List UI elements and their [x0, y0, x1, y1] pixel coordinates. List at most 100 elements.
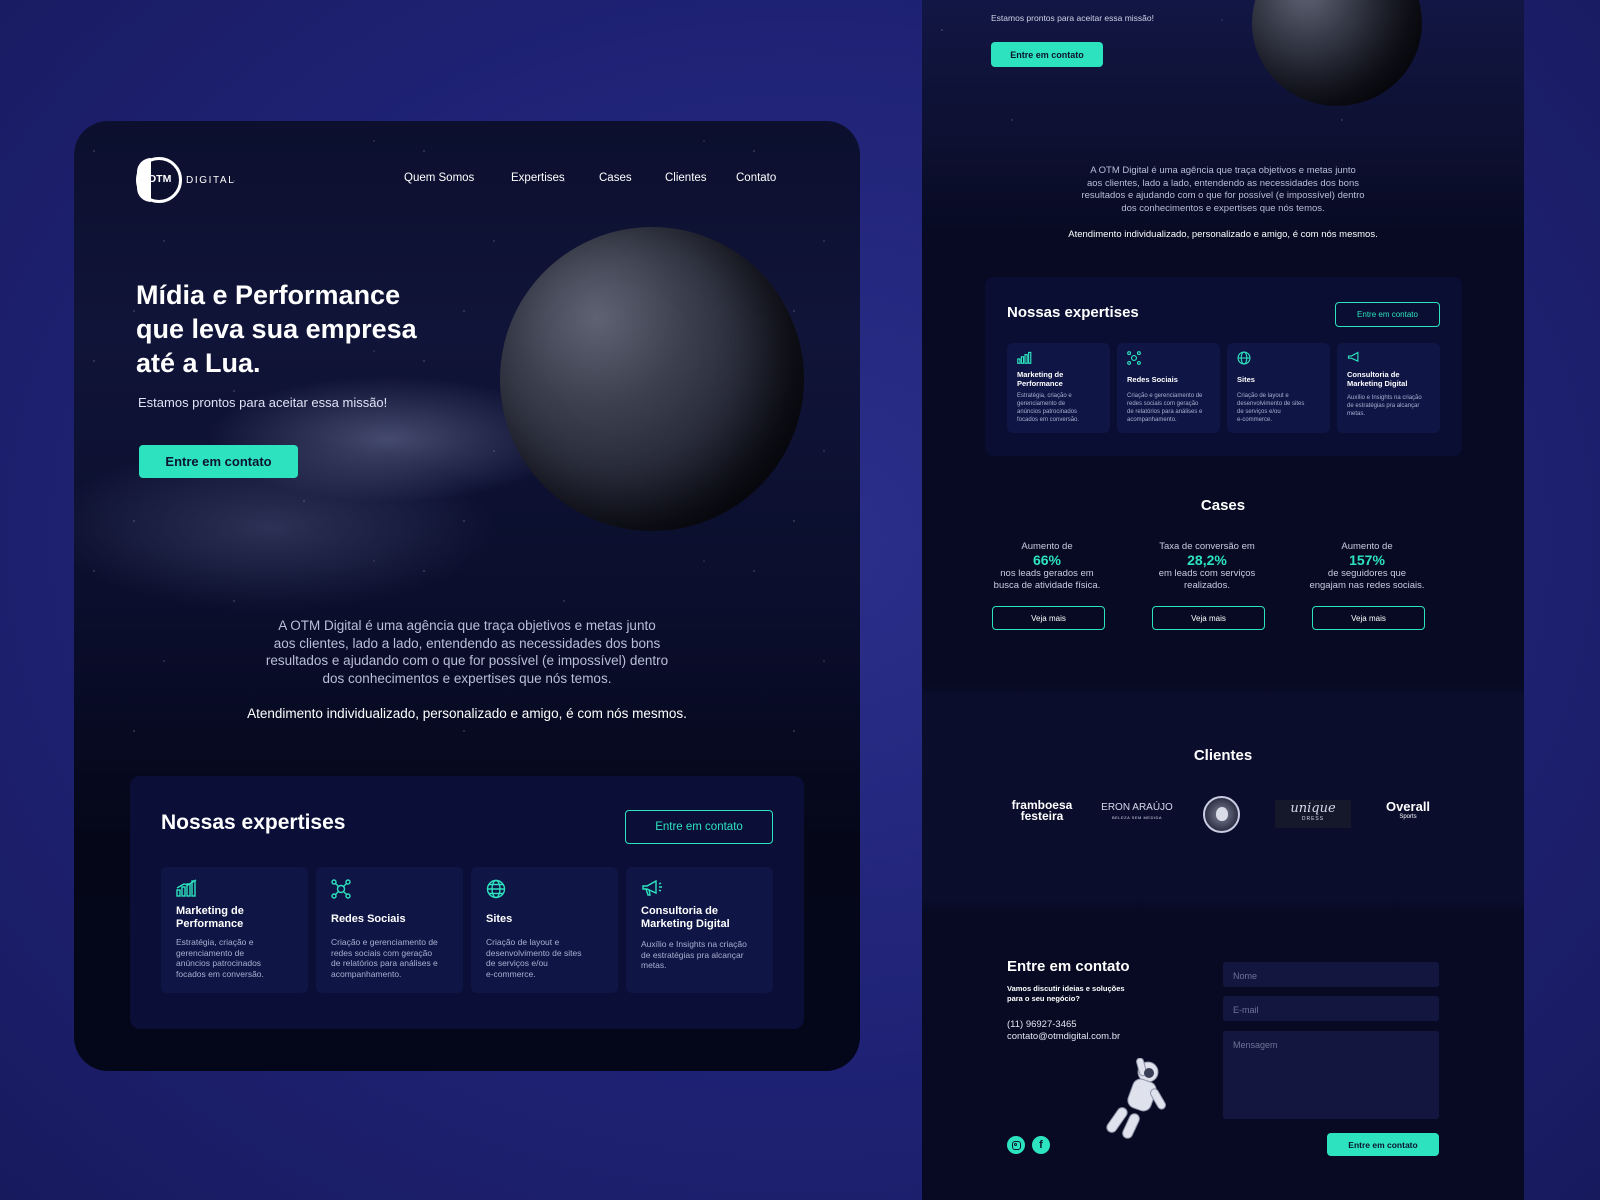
clients-heading: Clientes: [1193, 747, 1253, 764]
expertise-desc-line: metas.: [641, 960, 667, 970]
expertise-desc-line: gerenciamento de: [176, 947, 245, 958]
expertise-desc-line: de relatórios para análises e: [1127, 409, 1203, 415]
case-value: 28,2%: [1187, 552, 1227, 568]
contact-email[interactable]: contato@otmdigital.com.br: [1007, 1031, 1120, 1042]
about-line: aos clientes, lado a lado, entendendo as…: [273, 635, 661, 651]
expertise-card-redes-sociais[interactable]: Redes Sociais Criação e gerenciamento de…: [1117, 343, 1220, 433]
hero-cta-button[interactable]: Entre em contato: [991, 42, 1103, 67]
expertise-title: Consultoria de Marketing Digital: [1347, 370, 1407, 388]
expertises-cta-button[interactable]: Entre em contato: [1335, 302, 1440, 327]
hero-cta-button[interactable]: Entre em contato: [139, 445, 298, 478]
expertise-card-consultoria[interactable]: Consultoria de Marketing Digital Auxílio …: [626, 867, 773, 993]
nav-expertises[interactable]: Expertises: [511, 172, 565, 184]
case-value: 157%: [1349, 552, 1385, 568]
about-text: A OTM Digital é uma agência que traça ob…: [922, 165, 1524, 215]
expertise-desc-line: Auxílio e Insights na criação: [1347, 395, 1422, 401]
expertise-card-redes-sociais[interactable]: Redes Sociais Criação e gerenciamento de…: [316, 867, 463, 993]
logo[interactable]: OTM DIGITAL: [136, 157, 256, 203]
case-veja-mais-button[interactable]: Veja mais: [1312, 606, 1425, 630]
expertise-desc-line: e-commerce.: [486, 968, 536, 979]
expertises-panel: Nossas expertises Entre em contato Marke…: [130, 776, 804, 1029]
expertise-desc-line: redes sociais com geração: [331, 947, 433, 958]
case-veja-mais-button[interactable]: Veja mais: [1152, 606, 1265, 630]
expertise-title-line: Consultoria de: [1347, 370, 1400, 379]
client-logo-line: DRESS: [1301, 816, 1325, 822]
expertise-desc-line: de estratégias pra alcançar: [641, 949, 744, 960]
client-badge-figure: [1216, 807, 1228, 821]
contact-phone[interactable]: (11) 96927-3465: [1007, 1019, 1077, 1030]
client-logo-eron-araujo: ERON ARAÚJO BELEZA SEM MEDIDA: [1099, 803, 1175, 823]
expertise-title-line: Marketing Digital: [641, 918, 730, 930]
expertise-desc-line: Auxílio e Insights na criação: [641, 939, 747, 949]
client-logo-badge: [1203, 796, 1240, 833]
hero-title-line: Mídia e Performance: [136, 280, 401, 310]
contact-email-input[interactable]: E-mail: [1223, 996, 1439, 1021]
expertise-title: Marketing de Performance: [176, 905, 244, 931]
main-nav: Quem Somos Expertises Cases Clientes Con…: [404, 172, 784, 188]
contact-submit-button[interactable]: Entre em contato: [1327, 1133, 1439, 1156]
case-bottom: em leads com serviços: [1158, 568, 1256, 579]
expertise-card-consultoria[interactable]: Consultoria de Marketing Digital Auxílio …: [1337, 343, 1440, 433]
about-tagline: Atendimento individualizado, personaliza…: [1068, 229, 1378, 240]
client-logo-unique: unique DRESS: [1275, 800, 1351, 828]
network-icon: [1127, 351, 1141, 365]
expertise-card-performance[interactable]: Marketing de Performance Estratégia, cria…: [1007, 343, 1110, 433]
about-line: dos conhecimentos e expertises que nós t…: [1121, 202, 1325, 214]
expertise-desc: Estratégia, criação e gerenciamento de anú…: [176, 937, 264, 979]
hero-title-line: até a Lua.: [136, 348, 261, 378]
globe-icon: [1237, 351, 1251, 365]
expertise-title-line: Performance: [176, 918, 244, 930]
case-bottom: realizados.: [1184, 580, 1230, 591]
expertise-desc: Estratégia, criação e gerenciamento de anú…: [1017, 392, 1079, 424]
expertises-cta-button[interactable]: Entre em contato: [625, 810, 773, 844]
contact-subtitle: Vamos discutir ideias e soluções para o …: [1007, 984, 1125, 1003]
expertise-card-sites[interactable]: Sites Criação de layout e desenvolvimento…: [471, 867, 618, 993]
contact-message-textarea[interactable]: Mensagem: [1223, 1031, 1439, 1119]
about-line: A OTM Digital é uma agência que traça ob…: [278, 618, 656, 633]
expertise-title-line: Marketing Digital: [1347, 379, 1408, 388]
expertise-desc-line: de serviços e/ou: [1237, 409, 1281, 415]
nav-cases[interactable]: Cases: [599, 172, 632, 184]
expertises-heading: Nossas expertises: [1007, 304, 1139, 321]
expertise-desc-line: redes sociais com geração: [1127, 401, 1199, 407]
nav-contato[interactable]: Contato: [736, 172, 776, 184]
expertise-card-sites[interactable]: Sites Criação de layout e desenvolvimento…: [1227, 343, 1330, 433]
megaphone-icon: [642, 879, 662, 896]
about-line: dos conhecimentos e expertises que nós t…: [322, 670, 612, 686]
instagram-icon[interactable]: [1007, 1136, 1025, 1154]
expertise-desc-line: Criação de layout e: [1237, 393, 1289, 399]
expertise-desc: Criação de layout e desenvolvimento de si…: [486, 937, 581, 979]
astronaut-illustration: [1106, 1058, 1166, 1139]
megaphone-icon: [1347, 351, 1359, 363]
expertise-desc-line: Estratégia, criação e: [1017, 393, 1072, 399]
expertise-desc: Auxílio e Insights na criação de estratég…: [641, 939, 747, 971]
case-bottom: engajam nas redes sociais.: [1309, 580, 1425, 591]
expertise-desc-line: focados em conversão.: [176, 968, 264, 979]
nav-quem-somos[interactable]: Quem Somos: [404, 172, 474, 184]
expertises-heading: Nossas expertises: [161, 811, 346, 834]
instagram-glyph: [1011, 1140, 1021, 1150]
case-item: Aumento de 157% de seguidores que engaja…: [1305, 541, 1429, 592]
bar-chart-icon: [176, 879, 197, 897]
contact-name-input[interactable]: Nome: [1223, 962, 1439, 987]
expertise-title: Sites: [486, 913, 513, 925]
nav-clientes[interactable]: Clientes: [665, 172, 707, 184]
expertise-desc-line: anúncios patrocinados: [1017, 409, 1078, 415]
case-veja-mais-button[interactable]: Veja mais: [992, 606, 1105, 630]
contact-subtitle-line: Vamos discutir ideias e soluções: [1007, 984, 1125, 993]
bar-chart-icon: [1017, 351, 1032, 364]
expertise-title-line: Performance: [1017, 379, 1063, 388]
about-line: resultados e ajudando com o que for poss…: [265, 653, 669, 668]
about-line: aos clientes, lado a lado, entendendo as…: [1086, 177, 1359, 189]
expertise-desc-line: de relatórios para análises e: [331, 958, 438, 968]
cases-heading: Cases: [1200, 497, 1246, 514]
client-logo-line: ERON ARAÚJO: [1101, 802, 1173, 813]
expertise-desc-line: acompanhamento.: [331, 968, 402, 979]
hero-subtitle: Estamos prontos para aceitar essa missão…: [138, 395, 388, 410]
facebook-icon[interactable]: f: [1032, 1136, 1050, 1154]
expertise-title: Sites: [1237, 375, 1255, 384]
hero-title: Mídia e Performance que leva sua empresa…: [136, 278, 496, 380]
expertise-title-line: Marketing de: [176, 905, 244, 917]
client-logo-line: BELEZA SEM MEDIDA: [1111, 815, 1163, 820]
expertise-card-performance[interactable]: Marketing de Performance Estratégia, cria…: [161, 867, 308, 993]
